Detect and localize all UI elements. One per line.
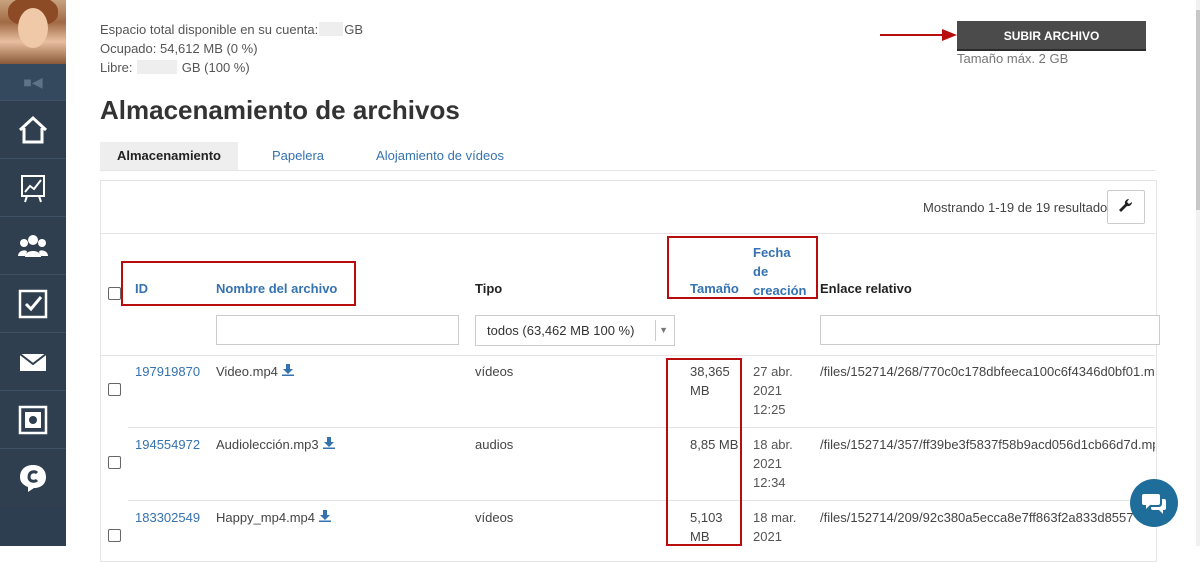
file-id[interactable]: 194554972: [135, 435, 200, 454]
upload-file-button[interactable]: SUBIR ARCHIVO: [957, 21, 1146, 49]
row-checkbox[interactable]: [108, 456, 121, 469]
storage-icon: [18, 405, 48, 435]
results-count: Mostrando 1-19 de 19 resultados.: [923, 200, 1118, 215]
row-checkbox[interactable]: [108, 383, 121, 396]
row-checkbox[interactable]: [108, 529, 121, 542]
name-filter-input[interactable]: [216, 315, 459, 345]
sidebar-item-storage[interactable]: [0, 390, 66, 449]
sidebar-item-logo[interactable]: [0, 448, 66, 507]
storage-total: Espacio total disponible en su cuenta: GB: [100, 22, 363, 37]
speaker-icon[interactable]: ■◀: [0, 64, 66, 100]
file-name-text: Audiolección.mp3: [216, 437, 319, 452]
divider: [101, 355, 1155, 356]
tab-storage[interactable]: Almacenamiento: [100, 142, 238, 170]
sidebar: ■◀: [0, 0, 66, 546]
file-name-text: Happy_mp4.mp4: [216, 510, 315, 525]
type-filter-value: todos (63,462 MB 100 %): [487, 323, 635, 338]
tabs: Almacenamiento Papelera Alojamiento de v…: [100, 142, 1155, 171]
file-date-line: 18 abr.: [753, 437, 793, 452]
file-date-line: 12:34: [753, 475, 786, 490]
sidebar-item-reports[interactable]: [0, 158, 66, 217]
divider: [128, 427, 1155, 428]
file-type: vídeos: [475, 364, 514, 379]
storage-used: Ocupado: 54,612 MB (0 %): [100, 41, 258, 56]
file-name[interactable]: Happy_mp4.mp4: [216, 508, 331, 527]
file-date-line: 12:25: [753, 402, 786, 417]
file-name[interactable]: Audiolección.mp3: [216, 435, 335, 454]
file-name[interactable]: Video.mp4: [216, 362, 294, 381]
sidebar-item-home[interactable]: [0, 100, 66, 159]
file-type: vídeos: [475, 510, 514, 525]
highlight-box-size-date: [667, 236, 818, 299]
tasks-icon: [18, 289, 48, 319]
tab-trash[interactable]: Papelera: [258, 142, 338, 170]
file-date-line: 2021: [753, 456, 782, 471]
arrow-annotation: [880, 29, 957, 41]
chat-button[interactable]: [1130, 479, 1178, 527]
file-date-line: 2021: [753, 383, 782, 398]
file-name-text: Video.mp4: [216, 364, 278, 379]
divider: [101, 233, 1155, 234]
mail-icon: [19, 353, 47, 371]
file-link: /files/152714/209/92c380a5ecca8e7ff863f2…: [820, 510, 1134, 525]
file-link: /files/152714/357/ff39be3f5837f58b9acd05…: [820, 437, 1155, 452]
page-title: Almacenamiento de archivos: [100, 95, 460, 125]
chat-icon: [1142, 494, 1166, 514]
file-type: audios: [475, 437, 514, 452]
storage-free: Libre: GB (100 %): [100, 60, 250, 75]
highlight-box-id-name: [121, 261, 356, 306]
download-icon[interactable]: [281, 364, 294, 376]
highlight-box-size-values: [666, 358, 742, 546]
file-date-line: 18 mar.: [753, 510, 797, 525]
column-header-link: Enlace relativo: [820, 281, 912, 296]
download-icon[interactable]: [319, 510, 331, 522]
avatar[interactable]: [0, 0, 66, 64]
home-icon: [18, 115, 48, 144]
storage-free-suffix: GB (100 %): [181, 60, 250, 75]
sidebar-item-users[interactable]: [0, 216, 66, 275]
link-filter-input[interactable]: [820, 315, 1160, 345]
select-separator: [655, 320, 656, 341]
download-icon[interactable]: [322, 437, 335, 449]
type-filter-select[interactable]: todos (63,462 MB 100 %) ▼: [475, 315, 675, 346]
tab-video-hosting[interactable]: Alojamiento de vídeos: [365, 142, 515, 170]
storage-total-label: Espacio total disponible en su cuenta:: [100, 22, 319, 37]
file-id[interactable]: 183302549: [135, 508, 200, 527]
file-link: /files/152714/268/770c0c178dbfeeca100c6f…: [820, 364, 1155, 379]
redacted-value: [137, 60, 178, 74]
logo-icon: [20, 465, 46, 492]
file-date: 27 abr. 2021 12:25: [753, 362, 793, 419]
sidebar-item-mail[interactable]: [0, 332, 66, 391]
storage-total-unit: GB: [344, 22, 364, 37]
file-date: 18 mar. 2021: [753, 508, 796, 546]
scrollbar-thumb[interactable]: [1196, 10, 1200, 210]
users-icon: [18, 235, 48, 257]
chevron-down-icon: ▼: [659, 325, 668, 335]
file-date: 18 abr. 2021 12:34: [753, 435, 793, 492]
redacted-value: [319, 22, 344, 36]
sidebar-item-tasks[interactable]: [0, 274, 66, 333]
storage-free-label: Libre:: [100, 60, 133, 75]
wrench-icon: [1119, 199, 1133, 212]
divider: [128, 500, 1155, 501]
file-date-line: 2021: [753, 529, 782, 544]
chart-icon: [21, 175, 45, 203]
file-date-line: 27 abr.: [753, 364, 793, 379]
table-settings-button[interactable]: [1107, 190, 1145, 224]
column-header-type: Tipo: [475, 281, 503, 296]
file-id[interactable]: 197919870: [135, 362, 200, 381]
max-size-note: Tamaño máx. 2 GB: [957, 51, 1069, 66]
select-all-checkbox[interactable]: [108, 287, 121, 300]
